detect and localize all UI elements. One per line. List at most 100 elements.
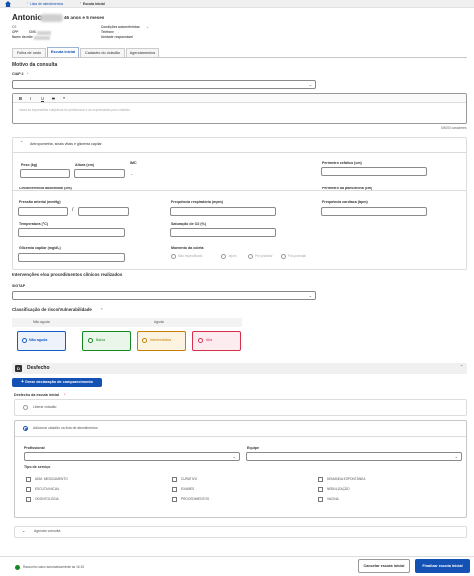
servico-label[interactable]: ESCUTA INICIAL xyxy=(35,487,60,491)
momento-radio[interactable] xyxy=(221,254,226,259)
momento-option[interactable]: Pré-prandial xyxy=(255,254,272,258)
servico-checkbox[interactable] xyxy=(318,497,323,502)
liberar-label[interactable]: Liberar cidadão xyxy=(33,405,56,409)
momento-radio[interactable] xyxy=(281,254,286,259)
tab-escuta-inicial[interactable]: Escuta inicial xyxy=(47,47,79,57)
risco-label-intermediaria[interactable]: Intermediária xyxy=(150,338,171,343)
tab-agendamentos[interactable]: Agendamentos xyxy=(126,48,159,57)
intervencoes-title: Intervenções e/ou procedimentos clínicos… xyxy=(12,272,123,277)
tab-cadastro-cidadao[interactable]: Cadastro do cidadão xyxy=(80,48,125,57)
altura-input[interactable] xyxy=(74,169,125,178)
momento-option[interactable]: Não especificado xyxy=(178,254,202,258)
equipe-select[interactable]: ⌄ xyxy=(246,452,462,461)
servico-label[interactable]: PROCEDIMENTOS xyxy=(181,497,209,501)
underline-icon[interactable]: U xyxy=(41,96,44,101)
servico-checkbox[interactable] xyxy=(172,477,177,482)
required-asterisk: * xyxy=(101,307,103,312)
chevron-down-icon: ⌄ xyxy=(308,82,312,87)
pressao-diastolica-input[interactable] xyxy=(78,207,129,216)
mother-label: Nome da mãe xyxy=(12,35,33,39)
profissional-select[interactable]: ⌄ xyxy=(24,452,240,461)
required-asterisk: * xyxy=(27,72,29,76)
risco-radio[interactable] xyxy=(198,338,203,343)
patient-name-redacted xyxy=(40,14,63,22)
ciap-select[interactable]: ⌄ xyxy=(12,80,316,89)
finish-button[interactable]: Finalizar escuta inicial xyxy=(415,559,470,573)
phone-value: - xyxy=(118,30,120,34)
servico-checkbox[interactable] xyxy=(26,477,31,482)
servico-checkbox[interactable] xyxy=(172,487,177,492)
breadcrumb-chevron-icon: › xyxy=(80,1,82,5)
servico-checkbox[interactable] xyxy=(26,487,31,492)
risco-radio[interactable] xyxy=(88,338,93,343)
servico-checkbox[interactable] xyxy=(318,477,323,482)
momento-radio[interactable] xyxy=(248,254,253,259)
chevron-down-icon: ⌄ xyxy=(308,293,312,298)
agendar-consulta-label[interactable]: Agendar consulta xyxy=(34,529,60,533)
cancel-button[interactable]: Cancelar escuta inicial xyxy=(358,559,410,573)
momento-option[interactable]: Pós-prandial xyxy=(288,254,306,258)
bold-icon[interactable]: B xyxy=(19,96,22,101)
chevron-down-icon[interactable]: ⌄ xyxy=(22,529,25,533)
temperatura-input[interactable] xyxy=(18,228,125,237)
italic-icon[interactable]: I xyxy=(30,96,31,101)
tab-folha-de-rosto[interactable]: Folha de rosto xyxy=(12,48,46,57)
servico-label[interactable]: CURATIVO xyxy=(181,477,197,481)
pressao-separator: / xyxy=(72,207,74,213)
risco-radio[interactable] xyxy=(142,338,147,343)
required-asterisk: * xyxy=(64,393,66,397)
pressao-sistolica-input[interactable] xyxy=(18,207,68,216)
check-circle-icon xyxy=(15,565,20,570)
desfecho-icon: D xyxy=(15,365,22,372)
quote-icon[interactable]: ❝ xyxy=(63,96,65,101)
freq-card-input[interactable] xyxy=(321,207,427,216)
strikethrough-icon[interactable]: S xyxy=(52,96,55,101)
footer-divider xyxy=(0,556,474,557)
adicionar-divider xyxy=(15,436,466,437)
freq-resp-input[interactable] xyxy=(170,207,276,216)
perimetro-cefalico-input[interactable] xyxy=(321,167,427,176)
servico-checkbox[interactable] xyxy=(172,497,177,502)
cpf-label: CPF xyxy=(12,30,19,34)
servico-checkbox[interactable] xyxy=(26,497,31,502)
servico-label[interactable]: EXAMES xyxy=(181,487,194,491)
chevron-down-icon[interactable]: ⌄ xyxy=(146,25,149,30)
peso-input[interactable] xyxy=(20,169,70,178)
agendar-consulta-panel[interactable] xyxy=(14,526,467,538)
saturacao-input[interactable] xyxy=(170,228,276,237)
cns-redacted xyxy=(37,31,51,35)
breadcrumb-item-list[interactable]: Lista de atendimentos xyxy=(30,2,63,6)
chevron-down-icon: ⌄ xyxy=(454,454,458,459)
cs-label: CS xyxy=(12,25,17,29)
momento-option[interactable]: Jejum xyxy=(228,254,237,258)
risco-label-nao-aguda[interactable]: Não aguda xyxy=(29,338,47,343)
glicemia-input[interactable] xyxy=(18,253,125,262)
risco-radio[interactable] xyxy=(22,338,27,343)
risco-label-alta[interactable]: Alta xyxy=(206,338,212,343)
field-row-divider xyxy=(13,190,466,191)
servico-checkbox[interactable] xyxy=(318,487,323,492)
servico-label[interactable]: VACINA xyxy=(327,497,339,501)
liberar-option[interactable] xyxy=(14,399,467,416)
servico-label[interactable]: ODONTOLOGIA xyxy=(35,497,59,501)
servico-label[interactable]: ADM. MEDICAMENTO xyxy=(35,477,68,481)
sigtap-select[interactable]: ⌄ xyxy=(12,291,316,300)
adicionar-option[interactable] xyxy=(14,420,467,518)
editor-placeholder: Insira as impressões subjetivas do profi… xyxy=(19,108,131,112)
chevron-up-icon[interactable]: ⌃ xyxy=(20,141,23,145)
momento-radio[interactable] xyxy=(171,254,176,259)
gerar-declaracao-button[interactable]: + Gerar declaração de comparecimento xyxy=(12,378,102,387)
servico-label[interactable]: NEBULIZAÇÃO xyxy=(327,487,350,491)
cns-label: CNS xyxy=(29,30,36,34)
liberar-radio[interactable] xyxy=(23,405,28,410)
breadcrumb-item-current: Escuta inicial xyxy=(83,1,105,6)
antropometria-title[interactable]: Antropometria, sinais vitais e glicemia … xyxy=(30,142,102,147)
patient-name: Antonio xyxy=(12,13,43,22)
risco-label-baixa[interactable]: Baixa xyxy=(96,338,105,343)
adicionar-label[interactable]: Adicionar cidadão na lista de atendiment… xyxy=(33,426,98,430)
freq-resp-label: Frequência respiratória (mpm) xyxy=(171,200,223,204)
chevron-up-icon[interactable]: ⌃ xyxy=(460,365,463,369)
desfecho-header[interactable] xyxy=(12,363,467,374)
servico-label[interactable]: DEMANDA ESPONTÂNEA xyxy=(327,477,365,481)
motivo-title: Motivo da consulta xyxy=(12,62,58,68)
